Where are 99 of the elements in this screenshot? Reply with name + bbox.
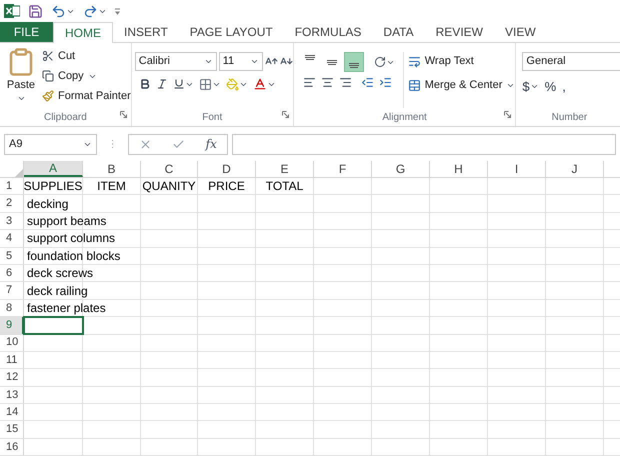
dialog-launcher-icon[interactable] [282,111,289,118]
cell-text: fastener plates [27,300,106,317]
dialog-launcher-icon[interactable] [120,111,127,118]
group-label: Alignment [382,110,427,124]
file-tab[interactable]: FILE [0,22,53,42]
enter-icon[interactable] [172,138,186,150]
row-header[interactable]: 7 [0,282,24,299]
increase-indent-icon[interactable] [378,76,392,89]
vertical-align-button[interactable] [344,52,364,72]
row-header[interactable]: 11 [0,352,24,368]
group-label: Font [202,110,222,124]
row-header[interactable]: 3 [0,212,24,230]
caret-icon[interactable] [204,57,213,66]
ribbon-tab[interactable]: FORMULAS [284,22,372,42]
cut-button[interactable]: Cut [42,47,131,65]
name-box[interactable]: A9 [4,134,97,154]
formula-input-field[interactable] [232,134,616,154]
ribbon-tab[interactable]: PAGE LAYOUT [178,22,284,42]
cell-text: ITEM [97,178,126,196]
align-right-icon[interactable] [338,76,352,89]
font-size-field[interactable]: 11 [218,52,263,71]
cell-text: deck railing [27,282,88,300]
align-center-icon[interactable] [320,76,334,89]
row-header[interactable]: 6 [0,264,24,282]
ribbon-tab[interactable]: INSERT [113,22,179,42]
align-icon [304,55,315,60]
wrap-text-button[interactable]: Wrap Text [408,52,516,70]
row-header[interactable]: 9 [0,317,24,334]
group-label: Number [552,110,588,124]
cell-text: QUANITY [142,178,196,196]
column-header[interactable]: D [198,161,256,177]
row-header[interactable]: 10 [0,334,24,351]
merge-center-button[interactable]: Merge & Center [408,76,502,94]
row-header[interactable]: 13 [0,386,24,404]
column-header[interactable]: G [372,161,430,177]
cell-text: SUPPLIES [24,178,82,196]
decrease-indent-icon[interactable] [360,76,374,89]
number-format-field[interactable]: General [522,52,620,71]
row-header[interactable]: 8 [0,300,24,316]
customize-icon[interactable] [115,7,120,15]
cell-text: deck screws [27,265,94,282]
row-header[interactable]: 14 [0,404,24,420]
app-logo-icon [4,3,20,19]
copy-button[interactable]: Copy [42,67,84,85]
paste-button[interactable]: Paste [4,47,38,102]
cell-text: TOTAL [266,178,304,196]
borders-icon[interactable] [198,78,212,90]
underline-icon[interactable] [172,78,185,90]
row-header[interactable]: 16 [0,438,24,456]
align-left-icon[interactable] [302,76,316,89]
italic-icon[interactable] [156,78,168,90]
dialog-launcher-icon[interactable] [504,111,512,118]
font-name-field[interactable]: Calibri [134,52,217,71]
column-header[interactable]: A [24,161,83,177]
ribbon-tab[interactable]: HOME [53,22,113,43]
column-header[interactable]: B [83,161,141,177]
format-painter-button[interactable]: Format Painter [42,87,131,105]
brush-icon [42,90,54,102]
save-icon[interactable] [28,4,43,18]
row-header[interactable]: 4 [0,230,24,247]
row-header[interactable]: 1 [0,178,24,194]
fill-color-icon[interactable] [226,78,239,90]
orientation-icon[interactable] [374,56,386,68]
ribbon-tab[interactable]: VIEW [494,22,547,42]
copy-icon [42,70,54,82]
ribbon-tab[interactable]: DATA [372,22,425,42]
active-cell[interactable] [24,317,83,334]
group-label: Clipboard [44,110,87,124]
redo-icon[interactable] [83,4,98,18]
cell-text: support columns [27,230,116,248]
column-header[interactable]: I [488,161,546,177]
cell-text: decking [27,196,68,213]
row-header[interactable]: 2 [0,195,24,212]
row-header[interactable]: 5 [0,248,24,264]
bold-icon[interactable] [138,78,151,90]
font-color-icon[interactable] [252,77,267,91]
number-format-button[interactable]: % [544,77,556,96]
scissors-icon [42,50,54,62]
row-header[interactable]: 15 [0,421,24,438]
number-format-button[interactable]: , [562,77,566,96]
row-header[interactable]: 12 [0,369,24,386]
align-icon [348,63,359,68]
undo-icon[interactable] [51,4,66,18]
cancel-icon[interactable] [139,138,152,150]
caret-icon[interactable] [250,57,259,66]
wrap-text-icon [408,54,421,68]
cell-text: support beams [27,212,106,230]
column-header[interactable]: H [430,161,488,177]
number-format-button[interactable]: $ [522,77,530,96]
cell-text: PRICE [208,178,245,196]
cell-text: foundation blocks [27,248,120,265]
column-header[interactable]: J [546,161,604,177]
ribbon-tab[interactable]: REVIEW [424,22,494,42]
merge-icon [408,78,421,92]
column-header[interactable]: F [314,161,372,177]
column-header[interactable]: C [141,161,198,177]
column-header[interactable]: E [256,161,314,177]
insert-function-button[interactable]: fx [206,135,217,153]
align-icon [326,60,337,64]
